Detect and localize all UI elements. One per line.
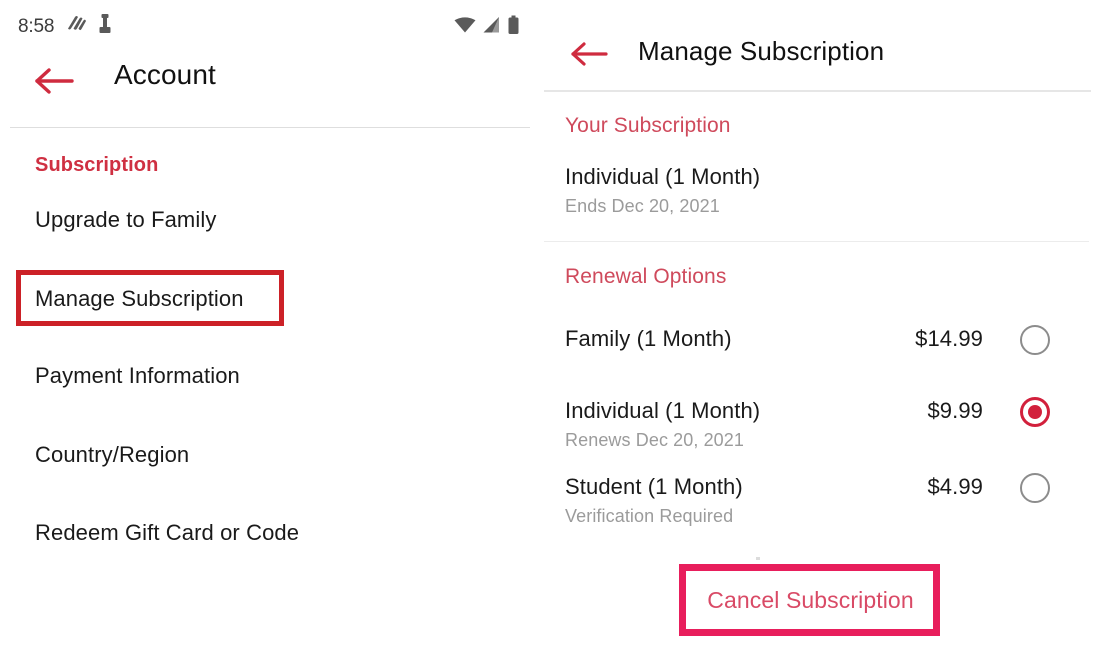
renewal-option-detail: Renews Dec 20, 2021 bbox=[565, 430, 745, 450]
menu-item-redeem-gift-card-or-code[interactable]: Redeem Gift Card or Code bbox=[35, 520, 299, 546]
menu-section-header-subscription: Subscription bbox=[35, 154, 159, 176]
render-artifact bbox=[756, 557, 760, 560]
section-title-your-subscription: Your Subscription bbox=[565, 114, 731, 137]
renewal-option-name: Individual (1 Month) bbox=[565, 398, 761, 423]
section-title-renewal-options: Renewal Options bbox=[565, 265, 727, 288]
screenshot-root: 8:58 Account Subscription Upgrade to Fam… bbox=[0, 0, 1095, 650]
renewal-option-row-individual[interactable]: Individual (1 Month) Renews Dec 20, 2021… bbox=[540, 384, 1095, 450]
renewal-option-row-family[interactable]: Family (1 Month) $14.99 bbox=[540, 312, 1095, 372]
radio-button-student[interactable] bbox=[1020, 473, 1050, 503]
page-title: Account bbox=[114, 59, 216, 90]
page-title: Manage Subscription bbox=[638, 36, 885, 66]
section-divider bbox=[544, 241, 1089, 242]
renewal-option-price: $9.99 bbox=[927, 398, 983, 423]
current-plan-end-date: Ends Dec 20, 2021 bbox=[565, 196, 720, 216]
radio-button-individual-selected[interactable] bbox=[1020, 397, 1050, 427]
status-bar-right-group bbox=[454, 15, 520, 40]
menu-item-upgrade-to-family[interactable]: Upgrade to Family bbox=[35, 207, 216, 233]
renewal-option-price: $4.99 bbox=[927, 474, 983, 499]
chess-piece-icon bbox=[98, 13, 112, 40]
menu-item-country-region[interactable]: Country/Region bbox=[35, 442, 189, 468]
radio-button-family[interactable] bbox=[1020, 325, 1050, 355]
account-screen-panel: 8:58 Account Subscription Upgrade to Fam… bbox=[0, 0, 540, 650]
renewal-option-name: Student (1 Month) bbox=[565, 474, 743, 499]
status-bar: 8:58 bbox=[0, 0, 540, 50]
renewal-option-price: $14.99 bbox=[915, 326, 983, 351]
renewal-option-row-student[interactable]: Student (1 Month) Verification Required … bbox=[540, 460, 1095, 526]
app-notification-icon bbox=[65, 14, 87, 39]
status-bar-left-group: 8:58 bbox=[18, 13, 112, 40]
status-bar-clock: 8:58 bbox=[18, 16, 55, 37]
renewal-option-name: Family (1 Month) bbox=[565, 326, 732, 351]
battery-icon bbox=[507, 15, 520, 40]
account-top-bar: Account bbox=[0, 50, 540, 126]
annotation-box-manage-subscription bbox=[16, 270, 284, 326]
annotation-box-cancel-subscription bbox=[679, 564, 940, 636]
cell-signal-icon bbox=[482, 16, 501, 39]
header-divider bbox=[10, 127, 530, 128]
back-arrow-icon[interactable] bbox=[570, 40, 610, 73]
back-arrow-icon[interactable] bbox=[34, 66, 76, 101]
menu-item-payment-information[interactable]: Payment Information bbox=[35, 363, 240, 389]
header-divider bbox=[544, 90, 1091, 92]
current-plan-name: Individual (1 Month) bbox=[565, 164, 761, 189]
wifi-icon bbox=[454, 16, 476, 39]
manage-subscription-screen-panel: Manage Subscription Your Subscription In… bbox=[540, 0, 1095, 650]
renewal-option-detail: Verification Required bbox=[565, 506, 734, 526]
